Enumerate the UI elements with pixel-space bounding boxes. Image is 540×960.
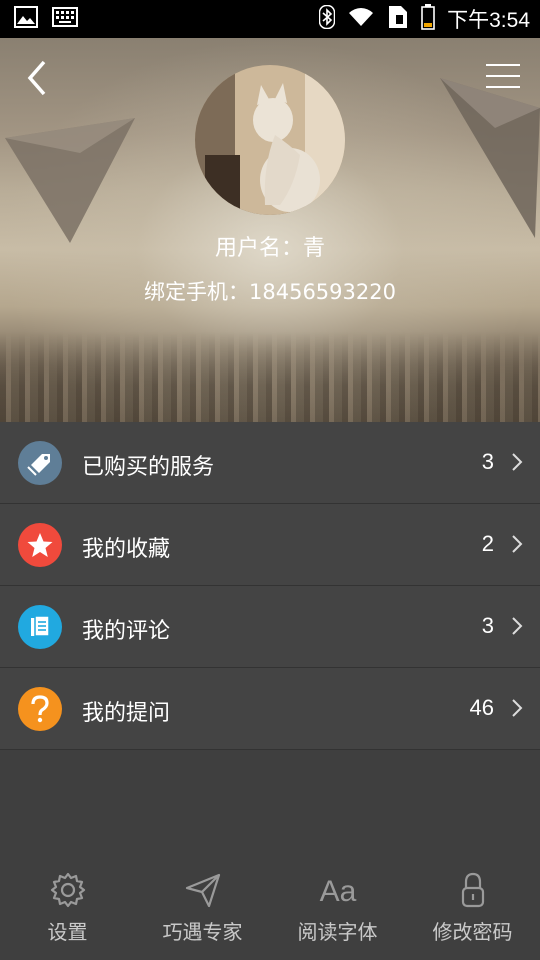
chevron-left-icon — [27, 60, 46, 96]
change-password-button[interactable]: 修改密码 — [405, 862, 540, 960]
chevron-right-icon — [512, 617, 523, 635]
cat-photo — [195, 65, 345, 215]
bound-phone-text: 绑定手机：18456593220 — [144, 280, 396, 304]
profile-menu-list: 已购买的服务 3 我的收藏 2 我的评论 3 我的提问 46 — [0, 422, 540, 750]
menu-item-label: 我的提问 — [82, 701, 171, 726]
reading-font-button[interactable]: Aa 阅读字体 — [270, 862, 405, 960]
city-skyline — [0, 332, 540, 422]
question-icon — [18, 687, 62, 731]
username-text: 用户名：青 — [214, 236, 325, 261]
bottom-toolbar: 设置 巧遇专家 Aa 阅读字体 修改密码 — [0, 862, 540, 960]
back-button[interactable] — [18, 58, 58, 98]
keyboard-icon — [52, 7, 78, 31]
menu-line — [486, 64, 520, 66]
avatar[interactable] — [195, 65, 345, 215]
floating-rock-left — [5, 118, 135, 243]
chevron-right-icon — [512, 535, 523, 553]
menu-item-purchased-services[interactable]: 已购买的服务 3 — [0, 422, 540, 504]
tag-icon — [18, 441, 62, 485]
menu-item-count: 46 — [469, 695, 494, 720]
menu-item-label: 我的收藏 — [82, 537, 171, 562]
document-icon — [18, 605, 62, 649]
tab-label: 阅读字体 — [297, 920, 378, 944]
paper-plane-icon — [185, 873, 221, 908]
menu-item-my-favorites[interactable]: 我的收藏 2 — [0, 504, 540, 586]
settings-button[interactable]: 设置 — [0, 862, 135, 960]
menu-item-label: 我的评论 — [82, 619, 171, 644]
lock-icon — [461, 872, 485, 908]
chevron-right-icon — [512, 453, 523, 471]
profile-header: 用户名：青 绑定手机：18456593220 — [0, 38, 540, 422]
status-bar: 下午3:54 — [0, 0, 540, 38]
tab-label: 修改密码 — [432, 920, 513, 944]
font-size-icon: Aa — [319, 875, 357, 908]
menu-item-label: 已购买的服务 — [82, 455, 215, 480]
image-icon — [14, 6, 38, 32]
chevron-right-icon — [512, 699, 523, 717]
battery-icon — [421, 4, 435, 34]
status-time: 下午3:54 — [447, 9, 530, 32]
menu-line — [486, 86, 520, 88]
tab-label: 巧遇专家 — [162, 920, 243, 944]
bluetooth-icon — [318, 4, 336, 33]
menu-item-my-comments[interactable]: 我的评论 3 — [0, 586, 540, 668]
star-icon — [18, 523, 62, 567]
hamburger-menu-button[interactable] — [486, 64, 520, 92]
menu-item-count: 2 — [481, 531, 494, 556]
menu-line — [486, 75, 520, 77]
meet-expert-button[interactable]: 巧遇专家 — [135, 862, 270, 960]
tab-label: 设置 — [47, 920, 88, 944]
menu-item-my-questions[interactable]: 我的提问 46 — [0, 668, 540, 750]
menu-item-count: 3 — [481, 613, 494, 638]
wifi-icon — [347, 6, 375, 32]
gear-icon — [50, 872, 86, 908]
menu-item-count: 3 — [481, 449, 494, 474]
sim-icon — [387, 5, 409, 33]
